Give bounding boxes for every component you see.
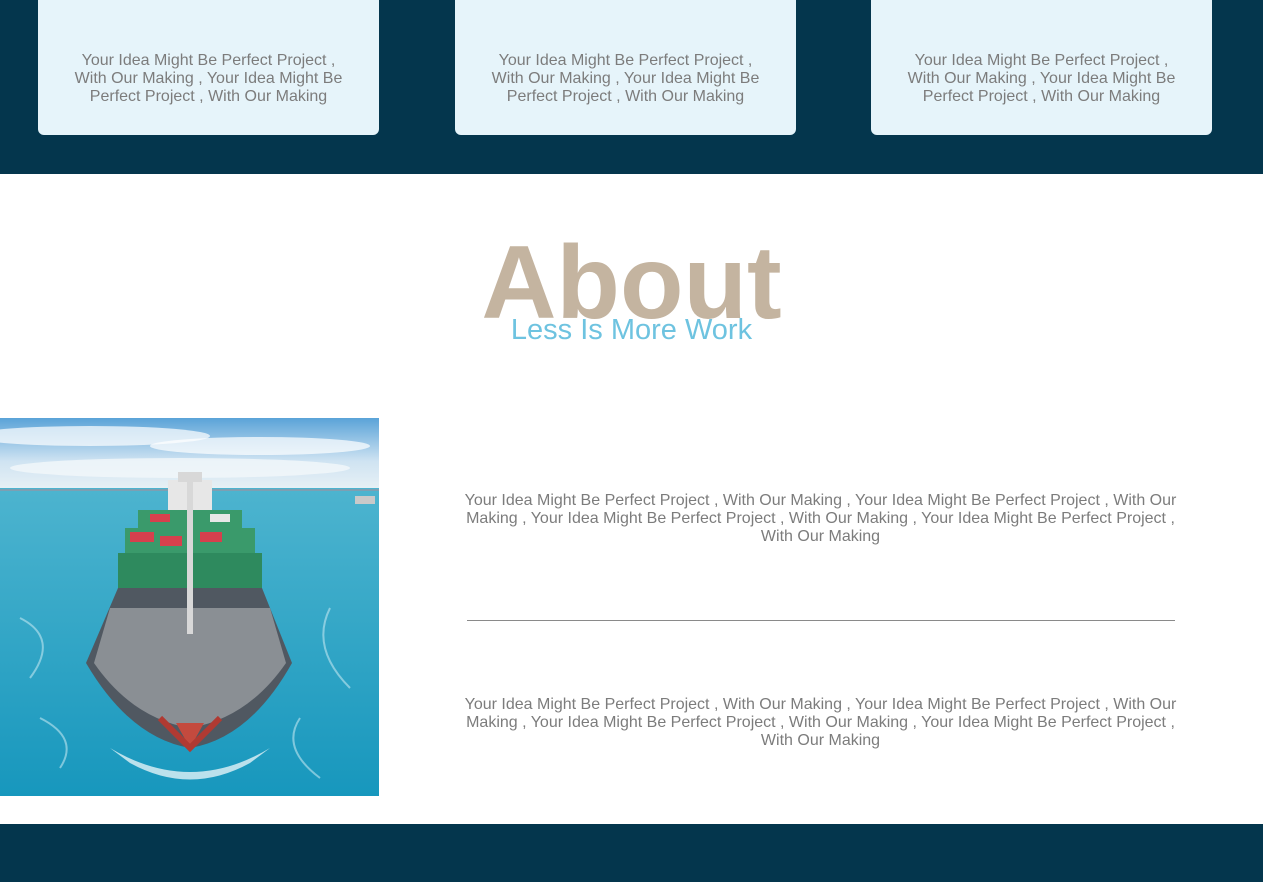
service-card-text: Your Idea Might Be Perfect Project , Wit… [491,52,760,105]
cargo-ship-image [0,418,379,796]
service-card: Your Idea Might Be Perfect Project , Wit… [38,0,379,135]
service-card-text: Your Idea Might Be Perfect Project , Wit… [907,52,1176,105]
about-paragraph: Your Idea Might Be Perfect Project , Wit… [464,492,1177,545]
services-section: Your Idea Might Be Perfect Project , Wit… [0,0,1263,174]
service-card: Your Idea Might Be Perfect Project , Wit… [455,0,796,135]
about-subtitle: Less Is More Work [510,314,753,346]
about-paragraph: Your Idea Might Be Perfect Project , Wit… [464,696,1177,749]
cargo-ship-illustration [0,418,379,796]
divider [467,620,1175,621]
service-card: Your Idea Might Be Perfect Project , Wit… [871,0,1212,135]
footer-band [0,824,1263,882]
service-card-text: Your Idea Might Be Perfect Project , Wit… [74,52,343,105]
